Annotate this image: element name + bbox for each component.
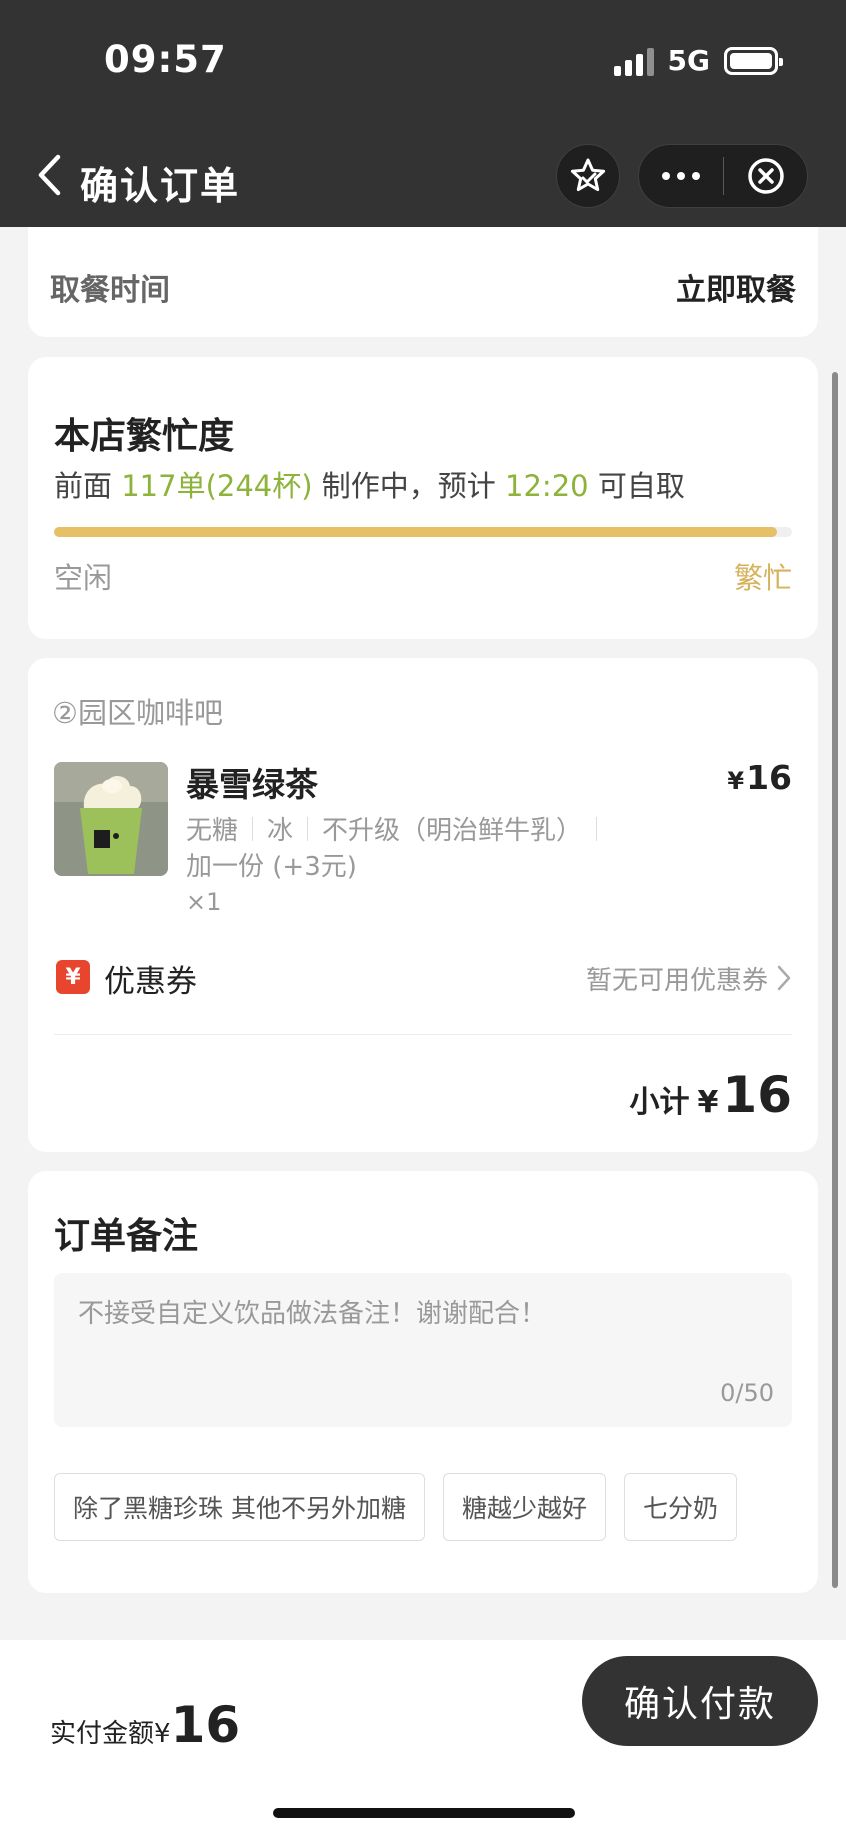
mini-program-capsule (638, 144, 808, 208)
pickup-time-card[interactable]: 取餐时间 立即取餐 (28, 227, 818, 337)
notes-input[interactable]: 不接受自定义饮品做法备注！谢谢配合！ 0/50 (54, 1273, 792, 1427)
pay-amount-value: 16 (170, 1696, 241, 1754)
item-extra-option: 加一份 (+3元) (186, 852, 357, 882)
more-button[interactable] (639, 145, 723, 207)
busy-suffix: 可自取 (597, 469, 685, 503)
order-card: ②园区咖啡吧 暴雪绿茶 ¥16 无糖 冰 不升级（明治鲜牛乳） 加一份 (+3元… (28, 658, 818, 1152)
busy-high-label: 繁忙 (733, 561, 792, 595)
subtotal: 小计 ¥ 16 (630, 1066, 792, 1124)
home-indicator (273, 1808, 575, 1818)
coupon-status[interactable]: 暂无可用优惠券 (586, 960, 768, 997)
notes-char-count: 0/50 (720, 1379, 774, 1407)
busy-progress-fill (54, 527, 778, 537)
battery-icon (724, 46, 783, 75)
busy-progress-bar (54, 527, 792, 537)
quick-note-chip[interactable]: 除了黑糖珍珠 其他不另外加糖 (54, 1473, 425, 1541)
busy-middle: 制作中，预计 (321, 469, 496, 503)
item-price-symbol: ¥ (727, 767, 745, 795)
subtotal-value: 16 (722, 1066, 792, 1124)
network-label: 5G (667, 44, 710, 77)
quick-note-chip[interactable]: 七分奶 (623, 1473, 737, 1541)
more-icon (662, 172, 670, 180)
notes-title: 订单备注 (54, 1216, 199, 1257)
divider (54, 1034, 792, 1035)
scrollbar[interactable] (832, 372, 838, 1588)
item-option: 无糖 (186, 816, 239, 846)
busy-low-label: 空闲 (54, 561, 113, 595)
subtotal-symbol: ¥ (697, 1085, 719, 1120)
chevron-right-icon[interactable] (774, 964, 794, 992)
page-title: 确认订单 (80, 164, 241, 208)
pay-amount-label: 实付金额 (50, 1719, 155, 1749)
status-time: 09:57 (104, 38, 227, 81)
item-name: 暴雪绿茶 (186, 765, 318, 804)
item-options: 无糖 冰 不升级（明治鲜牛乳） (186, 810, 611, 847)
busy-eta: 12:20 (505, 469, 589, 503)
item-price-value: 16 (746, 758, 792, 797)
store-name: ②园区咖啡吧 (52, 696, 223, 730)
pay-amount: 实付金额 ¥ 16 (50, 1696, 240, 1754)
quick-note-chips: 除了黑糖珍珠 其他不另外加糖 糖越少越好 七分奶 (54, 1473, 737, 1541)
item-option: 不升级（明治鲜牛乳） (322, 816, 583, 846)
busy-order-count: 117单(244杯) (121, 469, 313, 503)
coupon-icon: ¥ (56, 960, 90, 994)
notes-placeholder: 不接受自定义饮品做法备注！谢谢配合！ (78, 1299, 547, 1329)
pickup-time-value[interactable]: 立即取餐 (676, 265, 796, 309)
close-circle-icon (747, 158, 784, 194)
item-quantity: ×1 (186, 888, 222, 916)
bottom-pay-bar: 实付金额 ¥ 16 确认付款 (0, 1640, 846, 1836)
item-option: 冰 (267, 816, 294, 846)
chevron-left-icon (38, 154, 61, 196)
store-busy-card: 本店繁忙度 前面 117单(244杯) 制作中，预计 12:20 可自取 空闲 … (28, 357, 818, 639)
top-header: 09:57 5G 确认订单 (0, 0, 846, 227)
pickup-time-label: 取餐时间 (50, 273, 170, 308)
confirm-pay-button[interactable]: 确认付款 (582, 1656, 818, 1746)
busy-title: 本店繁忙度 (54, 416, 235, 457)
subtotal-label: 小计 (629, 1085, 690, 1120)
order-notes-card: 订单备注 不接受自定义饮品做法备注！谢谢配合！ 0/50 除了黑糖珍珠 其他不另… (28, 1171, 818, 1593)
item-price: ¥16 (727, 758, 792, 797)
quick-note-chip[interactable]: 糖越少越好 (442, 1473, 606, 1541)
back-button[interactable] (36, 152, 76, 198)
status-indicators: 5G (613, 44, 783, 77)
pay-amount-symbol: ¥ (154, 1719, 171, 1749)
signal-icon (613, 46, 654, 76)
star-icon (570, 158, 606, 192)
product-image (54, 762, 168, 876)
busy-prefix: 前面 (54, 469, 113, 503)
favorite-button[interactable] (556, 144, 620, 208)
close-button[interactable] (724, 145, 807, 207)
coupon-label[interactable]: 优惠券 (104, 956, 197, 1001)
busy-description: 前面 117单(244杯) 制作中，预计 12:20 可自取 (54, 463, 685, 505)
